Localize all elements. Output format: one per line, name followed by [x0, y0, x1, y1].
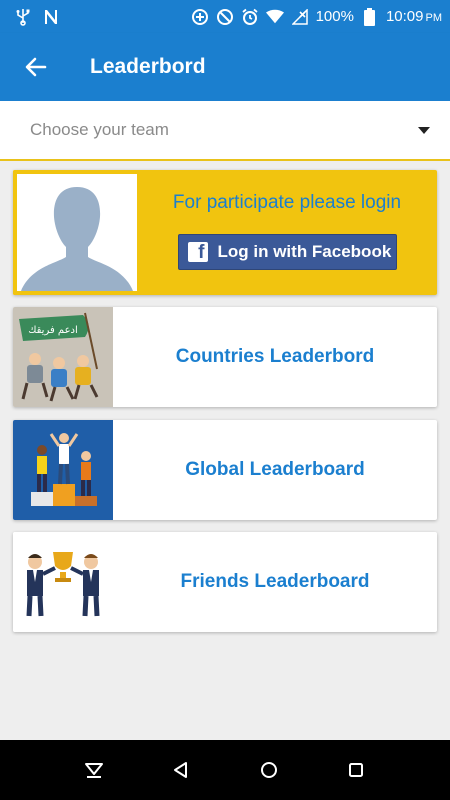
- n-notification-icon: [42, 8, 60, 26]
- countries-leaderboard-label: Countries Leaderbord: [175, 346, 375, 367]
- default-avatar-icon: [21, 187, 133, 291]
- login-prompt: For participate please login: [172, 192, 402, 213]
- businessmen-trophy-illustration: [13, 532, 113, 632]
- team-dropdown[interactable]: Choose your team: [0, 101, 450, 161]
- dropdown-arrow-icon: [418, 126, 430, 134]
- back-triangle-icon: [174, 762, 188, 778]
- keyboard-hide-button[interactable]: [70, 746, 118, 794]
- facebook-login-button[interactable]: f Log in with Facebook: [177, 234, 397, 270]
- home-circle-icon: [260, 762, 277, 778]
- team-dropdown-placeholder: Choose your team: [30, 120, 169, 139]
- system-nav-bar: [0, 740, 450, 800]
- podium-winners-illustration: [13, 420, 113, 520]
- kids-with-flag-illustration: ادعم فريقك: [13, 307, 113, 407]
- usb-icon: [14, 8, 32, 26]
- friends-leaderboard-card[interactable]: Friends Leaderboard: [13, 532, 437, 632]
- data-saver-icon: [191, 8, 209, 26]
- battery-icon: [361, 7, 379, 26]
- no-signal-icon: [291, 8, 309, 26]
- recents-square-icon: [349, 763, 364, 777]
- status-bar: 100% 10:09 PM: [0, 0, 450, 33]
- avatar-placeholder: [13, 170, 137, 295]
- clock-time: 10:09: [385, 8, 424, 25]
- flag-banner-text: ادعم فريقك: [28, 325, 78, 336]
- facebook-login-label: Log in with Facebook: [217, 242, 392, 261]
- wifi-icon: [265, 8, 284, 26]
- status-time: 10:09 PM: [386, 8, 442, 25]
- clock-ampm: PM: [425, 12, 443, 24]
- nav-recents-button[interactable]: [332, 746, 380, 794]
- do-not-disturb-icon: [216, 8, 234, 26]
- back-button[interactable]: [6, 37, 66, 97]
- battery-percent: 100%: [315, 8, 354, 25]
- login-card: For participate please login f Log in wi…: [13, 170, 437, 295]
- global-leaderboard-card[interactable]: Global Leaderboard: [13, 420, 437, 520]
- nav-home-button[interactable]: [245, 746, 293, 794]
- countries-leaderboard-card[interactable]: ادعم فريقك Countries Leaderbord: [13, 307, 437, 407]
- facebook-icon: f: [187, 242, 208, 262]
- nav-back-button[interactable]: [157, 746, 205, 794]
- global-leaderboard-label: Global Leaderboard: [185, 459, 365, 480]
- arrow-back-icon: [25, 57, 47, 77]
- app-bar: Leaderbord: [0, 33, 450, 101]
- friends-leaderboard-label: Friends Leaderboard: [180, 571, 370, 592]
- alarm-icon: [241, 8, 259, 26]
- keyboard-hide-icon: [84, 763, 103, 778]
- page-title: Leaderbord: [90, 55, 206, 78]
